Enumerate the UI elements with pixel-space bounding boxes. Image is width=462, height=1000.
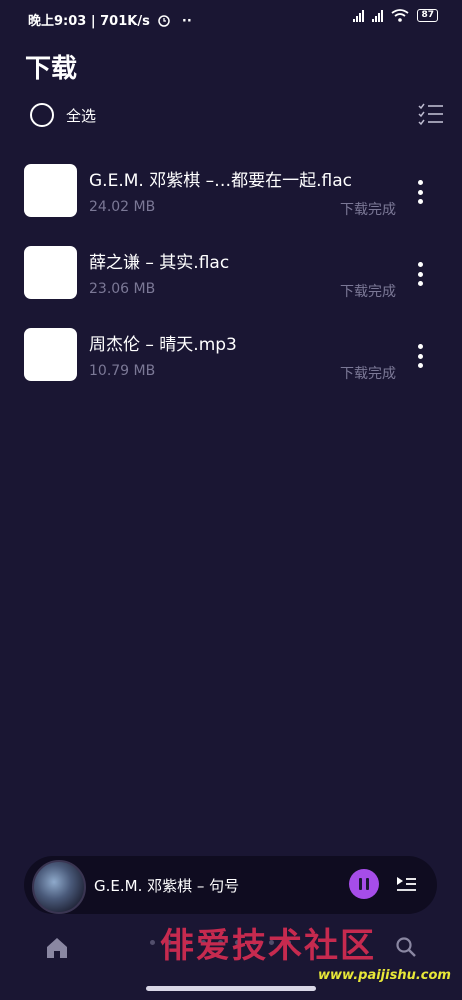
item-status: 下载完成 <box>340 284 396 300</box>
list-item[interactable]: 周杰伦 – 晴天.mp3 10.79 MB 下载完成 <box>0 328 462 408</box>
multi-select-icon[interactable] <box>418 102 444 126</box>
watermark-url: www.paijishu.com <box>318 968 451 983</box>
album-art[interactable] <box>32 860 86 914</box>
item-size: 24.02 MB <box>89 199 156 215</box>
more-vert-icon[interactable] <box>410 344 430 368</box>
item-status: 下载完成 <box>340 366 396 382</box>
status-indicators: 87 <box>353 9 438 22</box>
page-title: 下载 <box>25 54 78 84</box>
more-vert-icon[interactable] <box>410 180 430 204</box>
thumbnail <box>24 246 77 299</box>
status-time-speed: 晚上9:03 | 701K/s ·· <box>28 10 192 29</box>
dots-icon: ·· <box>181 14 192 29</box>
wifi-icon <box>391 9 410 22</box>
status-bar: 晚上9:03 | 701K/s ·· 87 <box>0 0 462 40</box>
alarm-icon <box>158 15 171 27</box>
thumbnail <box>24 164 77 217</box>
item-title: G.E.M. 邓紫棋 –…都要在一起.flac <box>89 171 352 191</box>
item-title: 周杰伦 – 晴天.mp3 <box>89 335 237 355</box>
item-title: 薛之谦 – 其实.flac <box>89 253 230 273</box>
item-size: 23.06 MB <box>89 281 156 297</box>
select-all-radio[interactable] <box>30 103 54 127</box>
status-text: 晚上9:03 | 701K/s <box>28 14 150 29</box>
home-icon[interactable] <box>44 935 70 961</box>
signal-icon <box>353 9 365 22</box>
gesture-bar[interactable] <box>146 986 316 991</box>
more-vert-icon[interactable] <box>410 262 430 286</box>
now-playing-title[interactable]: G.E.M. 邓紫棋 – 句号 <box>94 875 239 896</box>
signal-icon <box>372 9 384 22</box>
mini-player[interactable]: G.E.M. 邓紫棋 – 句号 <box>24 856 437 914</box>
thumbnail <box>24 328 77 381</box>
watermark-text: 俳爱技术社区 <box>160 926 376 966</box>
select-all-label[interactable]: 全选 <box>66 105 96 126</box>
item-size: 10.79 MB <box>89 363 156 379</box>
search-icon[interactable] <box>395 935 417 959</box>
battery-icon: 87 <box>417 9 438 22</box>
list-item[interactable]: 薛之谦 – 其实.flac 23.06 MB 下载完成 <box>0 246 462 326</box>
item-status: 下载完成 <box>340 202 396 218</box>
list-item[interactable]: G.E.M. 邓紫棋 –…都要在一起.flac 24.02 MB 下载完成 <box>0 164 462 244</box>
pause-button[interactable] <box>349 869 379 899</box>
queue-icon[interactable] <box>395 872 417 896</box>
pause-icon <box>359 878 362 890</box>
